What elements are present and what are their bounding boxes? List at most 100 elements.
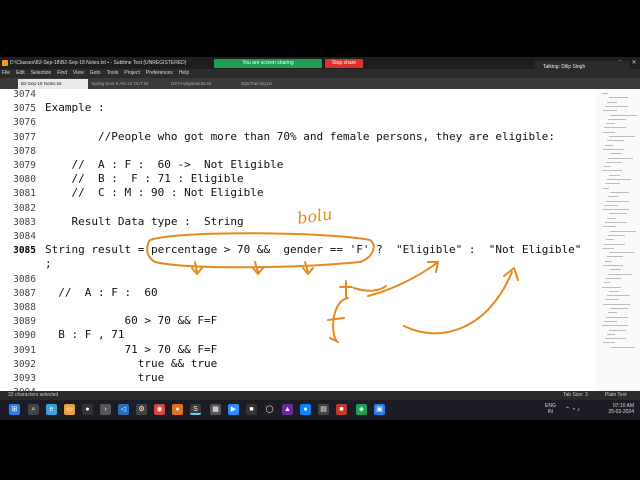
status-bar: 32 characters selected Tab Size: 3 Plain… xyxy=(0,391,640,400)
minimap-line xyxy=(609,252,634,254)
zoom-icon[interactable]: ▶ xyxy=(228,404,239,415)
minimap-line xyxy=(603,303,630,305)
tab-size-indicator[interactable]: Tab Size: 3 xyxy=(563,391,588,400)
file-explorer-icon[interactable]: ▭ xyxy=(64,404,75,415)
selection-status: 32 characters selected xyxy=(8,392,59,398)
minimap-line xyxy=(602,325,628,327)
code-line: String result = percentage > 70 && gende… xyxy=(45,243,582,257)
minimap-line xyxy=(603,265,623,266)
app3-icon[interactable]: ▦ xyxy=(210,404,221,415)
search-icon[interactable]: ⌕ xyxy=(28,404,39,415)
line-number: 3091 xyxy=(13,344,36,356)
minimap-line xyxy=(603,226,616,228)
screen-sharing-banner: You are screen sharing xyxy=(214,59,322,68)
minimap-line xyxy=(607,101,617,103)
minimap[interactable] xyxy=(596,89,640,391)
minimap-line xyxy=(604,166,611,168)
minimap-line xyxy=(605,222,627,223)
menu-help[interactable]: Help xyxy=(179,69,189,78)
menu-tools[interactable]: Tools xyxy=(107,69,119,78)
minimap-line xyxy=(610,269,621,271)
minimap-line xyxy=(610,308,628,309)
minimap-line xyxy=(605,144,613,146)
vscode-icon[interactable]: ◁ xyxy=(118,404,129,415)
menu-edit[interactable]: Edit xyxy=(16,69,25,78)
tab-sql-training[interactable]: SQLTraining.txt xyxy=(238,79,308,89)
line-number: 3086 xyxy=(13,273,36,285)
menu-file[interactable]: File xyxy=(2,69,10,78)
tray-icons[interactable]: ⌃ ◔ ♪ xyxy=(565,406,580,413)
minimap-line xyxy=(604,243,625,245)
tab-spring-boot[interactable]: Spring Boot 9 AM 24 OCT.txt xyxy=(88,79,168,89)
code-line: ; xyxy=(45,257,52,271)
minimap-line xyxy=(609,136,635,137)
minimap-line xyxy=(603,342,615,344)
app6-icon[interactable]: ● xyxy=(300,404,311,415)
clock[interactable]: 07:10 AM 25-03-2024 xyxy=(596,403,634,415)
code-line: Result Data type : String xyxy=(45,214,244,228)
minimap-line xyxy=(606,277,621,279)
minimap-line xyxy=(606,239,614,241)
code-line: 60 > 70 && F=F xyxy=(45,314,218,328)
sublime-taskbar-icon[interactable]: S xyxy=(190,404,201,415)
app9-icon[interactable]: ◈ xyxy=(356,404,367,415)
minimap-line xyxy=(604,282,610,284)
line-number: 3088 xyxy=(13,302,36,313)
line-number: 3074 xyxy=(13,89,36,100)
close-button[interactable]: ✕ xyxy=(630,57,638,69)
minimap-line xyxy=(607,256,623,258)
edge-icon[interactable]: e xyxy=(46,404,57,415)
tab-b2-notes[interactable]: B2-Sep-18 Notes.txt xyxy=(18,79,88,89)
github-icon[interactable]: ◯ xyxy=(264,404,275,415)
editor-area[interactable]: 3074 3075 3076 3077 3078 3079 3080 3081 3082 3083… xyxy=(0,89,596,391)
stop-share-button[interactable]: Stop share xyxy=(325,59,363,68)
menu-selection[interactable]: Selection xyxy=(31,69,52,78)
minimap-line xyxy=(604,320,617,322)
line-number: 3079 xyxy=(13,160,36,171)
minimap-line xyxy=(602,247,614,249)
code-line: B : F , 71 xyxy=(45,328,125,342)
line-number: 3081 xyxy=(13,188,36,200)
minimap-line xyxy=(610,230,636,232)
minimap-line xyxy=(606,161,622,163)
app5-icon[interactable]: ▲ xyxy=(282,404,293,415)
minimap-line xyxy=(602,170,622,172)
settings-icon[interactable]: ⚙ xyxy=(136,404,147,415)
terminal-icon[interactable]: › xyxy=(100,404,111,415)
app8-icon[interactable]: ■ xyxy=(336,404,347,415)
minimap-line xyxy=(610,153,622,155)
app4-icon[interactable]: ■ xyxy=(246,404,257,415)
minimap-line xyxy=(608,273,632,275)
app10-icon[interactable]: ▣ xyxy=(374,404,385,415)
code-line: // C : M : 90 : Not Eligible xyxy=(45,186,264,200)
minimap-line xyxy=(603,110,617,112)
minimap-line xyxy=(602,209,629,211)
minimap-line xyxy=(602,93,608,94)
minimap-line xyxy=(602,131,615,133)
app7-icon[interactable]: ▤ xyxy=(318,404,329,415)
syntax-indicator[interactable]: Plain Text xyxy=(605,391,627,400)
menu-goto[interactable]: Goto xyxy=(90,69,101,78)
minimap-line xyxy=(606,123,615,125)
minimap-line xyxy=(607,295,630,297)
menu-view[interactable]: View xyxy=(73,69,84,78)
line-number: 3077 xyxy=(13,131,36,143)
minimap-line xyxy=(609,290,619,292)
menu-preferences[interactable]: Preferences xyxy=(146,69,173,78)
line-number: 3092 xyxy=(13,358,36,370)
minimap-line xyxy=(607,179,631,180)
line-number: 3093 xyxy=(13,373,36,384)
minimap-line xyxy=(606,200,629,202)
app-icon[interactable]: ● xyxy=(82,404,93,415)
windows-start-icon[interactable]: ⊞ xyxy=(9,404,20,415)
language-indicator[interactable]: ENG IN xyxy=(545,403,556,415)
tab-dst-assignments[interactable]: DSTAssignments.txt xyxy=(168,79,238,89)
code-line: // A : F : 60 xyxy=(45,285,158,299)
minimap-line xyxy=(604,204,618,206)
app2-icon[interactable]: ● xyxy=(172,404,183,415)
menu-project[interactable]: Project xyxy=(124,69,140,78)
menu-find[interactable]: Find xyxy=(57,69,67,78)
chrome-icon[interactable]: ◉ xyxy=(154,404,165,415)
code-line: // B : F : 71 : Eligible xyxy=(45,172,244,186)
code-line: // A : F : 60 -> Not Eligible xyxy=(45,158,284,171)
